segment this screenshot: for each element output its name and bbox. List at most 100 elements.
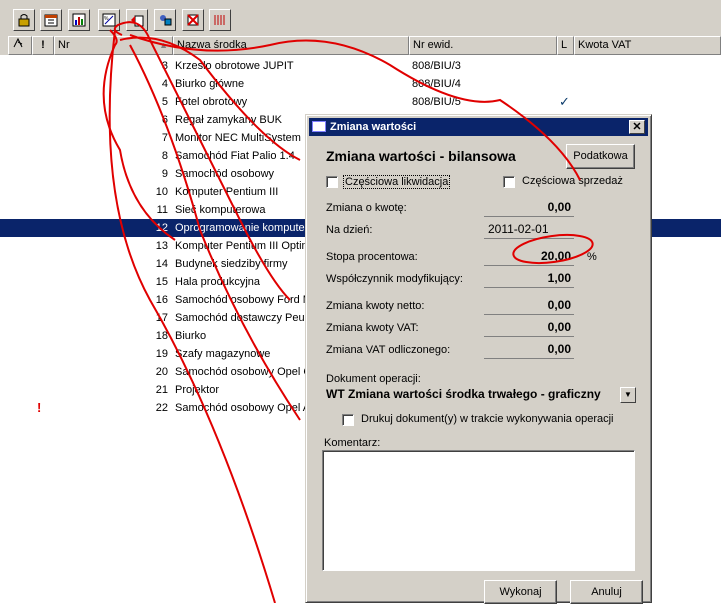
row-nr: 22 bbox=[155, 402, 168, 414]
chart-button[interactable] bbox=[68, 9, 90, 31]
transfer-icon bbox=[160, 15, 172, 26]
na-dzien-underline bbox=[484, 238, 574, 239]
row-ewid: 808/BIU/4 bbox=[412, 78, 461, 90]
netto-label: Zmiana kwoty netto: bbox=[326, 300, 425, 312]
row-nr: 5 bbox=[161, 96, 168, 108]
zmiana-o-kwote-underline bbox=[484, 216, 574, 217]
value-change-icon: % bbox=[102, 13, 116, 27]
close-button[interactable]: ✕ bbox=[629, 120, 645, 134]
czesciowa-likwidacja-checkbox[interactable] bbox=[326, 176, 338, 188]
sort-arrow-icon: ▲ bbox=[159, 40, 168, 50]
row-nr: 3 bbox=[161, 60, 168, 72]
table-row[interactable]: 3 Krzesło obrotowe JUPIT 808/BIU/3 bbox=[0, 57, 721, 75]
header-nr[interactable]: Nr ▲ bbox=[54, 36, 173, 55]
row-name: Biurko bbox=[175, 330, 207, 342]
row-name: Samochód Fiat Palio 1.4 bbox=[175, 150, 295, 162]
header-type-icon[interactable] bbox=[8, 36, 32, 55]
zmiana-o-kwote-label: Zmiana o kwotę: bbox=[326, 202, 407, 214]
row-nr: 10 bbox=[155, 186, 168, 198]
row-nr: 18 bbox=[155, 330, 168, 342]
wspolczynnik-label: Współczynnik modyfikujący: bbox=[326, 273, 463, 285]
dialog-titlebar[interactable]: Zmiana wartości ✕ bbox=[309, 118, 648, 136]
podatkowa-button[interactable]: Podatkowa bbox=[566, 144, 635, 169]
calendar-button[interactable] bbox=[40, 9, 62, 31]
vat-odl-field[interactable]: 0,00 bbox=[548, 342, 571, 356]
wspolczynnik-field[interactable]: 1,00 bbox=[548, 271, 571, 285]
row-name: Hala produkcyjna bbox=[175, 276, 260, 288]
komentarz-label: Komentarz: bbox=[324, 437, 381, 449]
row-nr: 4 bbox=[161, 78, 168, 90]
row-nr: 15 bbox=[155, 276, 168, 288]
row-name: Samochód osobowy bbox=[175, 168, 275, 180]
czesciowa-likwidacja-label: Częściowa likwidacja bbox=[343, 175, 451, 189]
row-name: Samochód dostawczy Peug bbox=[175, 312, 307, 324]
komentarz-textarea[interactable] bbox=[322, 450, 635, 571]
row-nr: 9 bbox=[161, 168, 168, 180]
toolbar: % bbox=[0, 0, 721, 36]
value-change-dialog: Zmiana wartości ✕ Zmiana wartości - bila… bbox=[305, 114, 652, 604]
header-l[interactable]: L bbox=[557, 36, 574, 55]
wykonaj-button[interactable]: Wykonaj bbox=[484, 580, 557, 604]
export-button[interactable] bbox=[126, 9, 148, 31]
row-name: Oprogramowanie komputer bbox=[175, 222, 307, 234]
netto-field[interactable]: 0,00 bbox=[548, 298, 571, 312]
chart-icon bbox=[72, 13, 86, 27]
dialog-title: Zmiana wartości bbox=[330, 121, 417, 133]
vat-label: Zmiana kwoty VAT: bbox=[326, 322, 419, 334]
dialog-heading: Zmiana wartości - bilansowa bbox=[326, 148, 516, 164]
row-name: Fotel obrotowy bbox=[175, 96, 248, 108]
stopa-label: Stopa procentowa: bbox=[326, 251, 418, 263]
table-header: ! Nr ▲ Nazwa środka Nr ewid. L Kwota VAT bbox=[0, 36, 721, 55]
barcode-button[interactable] bbox=[209, 9, 231, 31]
dokument-select[interactable]: WT Zmiana wartości środka trwałego - gra… bbox=[325, 386, 636, 404]
row-name: Krzesło obrotowe JUPIT bbox=[175, 60, 294, 72]
value-change-button[interactable]: % bbox=[98, 9, 120, 31]
dokument-label: Dokument operacji: bbox=[326, 373, 421, 385]
netto-underline bbox=[484, 314, 574, 315]
row-name: Projektor bbox=[175, 384, 220, 396]
lock-icon bbox=[18, 14, 30, 27]
header-warning[interactable]: ! bbox=[32, 36, 54, 55]
header-ewid[interactable]: Nr ewid. bbox=[409, 36, 557, 55]
drukuj-checkbox[interactable] bbox=[342, 414, 354, 426]
table-row[interactable]: 4 Biurko główne 808/BIU/4 bbox=[0, 75, 721, 93]
stopa-field[interactable]: 20,00 bbox=[541, 249, 571, 263]
vat-odl-label: Zmiana VAT odliczonego: bbox=[326, 344, 451, 356]
transfer-button[interactable] bbox=[154, 9, 176, 31]
na-dzien-field[interactable]: 2011-02-01 bbox=[488, 222, 549, 236]
zmiana-o-kwote-field[interactable]: 0,00 bbox=[548, 200, 571, 214]
stopa-percent: % bbox=[587, 251, 597, 263]
header-nazwa[interactable]: Nazwa środka bbox=[173, 36, 409, 55]
row-name: Samochód osobowy Ford M bbox=[175, 294, 307, 306]
row-name: Komputer Pentium III bbox=[175, 186, 279, 198]
vat-field[interactable]: 0,00 bbox=[548, 320, 571, 334]
delete-button[interactable] bbox=[182, 9, 204, 31]
row-ewid: 808/BIU/5 bbox=[412, 96, 461, 108]
calendar-icon bbox=[44, 14, 58, 27]
close-icon: ✕ bbox=[632, 121, 642, 133]
chevron-down-icon[interactable]: ▼ bbox=[620, 387, 636, 403]
wspolczynnik-underline bbox=[484, 287, 574, 288]
vat-odl-underline bbox=[484, 358, 574, 359]
anuluj-button[interactable]: Anuluj bbox=[570, 580, 643, 604]
row-name: Biurko główne bbox=[175, 78, 245, 90]
row-nr: 17 bbox=[155, 312, 168, 324]
row-name: Sieć komputerowa bbox=[175, 204, 266, 216]
na-dzien-label: Na dzień: bbox=[326, 224, 373, 236]
row-name: Samochód osobowy Opel A bbox=[175, 402, 307, 414]
lock-icon-button[interactable] bbox=[13, 9, 35, 31]
row-nr: 12 bbox=[155, 222, 168, 234]
row-nr: 21 bbox=[155, 384, 168, 396]
row-nr: 16 bbox=[155, 294, 168, 306]
delete-icon bbox=[187, 14, 199, 26]
czesciowa-sprzedaz-checkbox[interactable] bbox=[503, 176, 515, 188]
row-nr: 11 bbox=[156, 204, 168, 216]
table-row[interactable]: 5 Fotel obrotowy 808/BIU/5 ✓ bbox=[0, 93, 721, 111]
row-name: Budynek siedziby firmy bbox=[175, 258, 288, 270]
barcode-icon bbox=[214, 15, 225, 25]
vat-underline bbox=[484, 336, 574, 337]
window-icon bbox=[312, 121, 326, 132]
check-icon: ✓ bbox=[559, 94, 570, 109]
header-vat[interactable]: Kwota VAT bbox=[574, 36, 721, 55]
row-nr: 8 bbox=[161, 150, 168, 162]
